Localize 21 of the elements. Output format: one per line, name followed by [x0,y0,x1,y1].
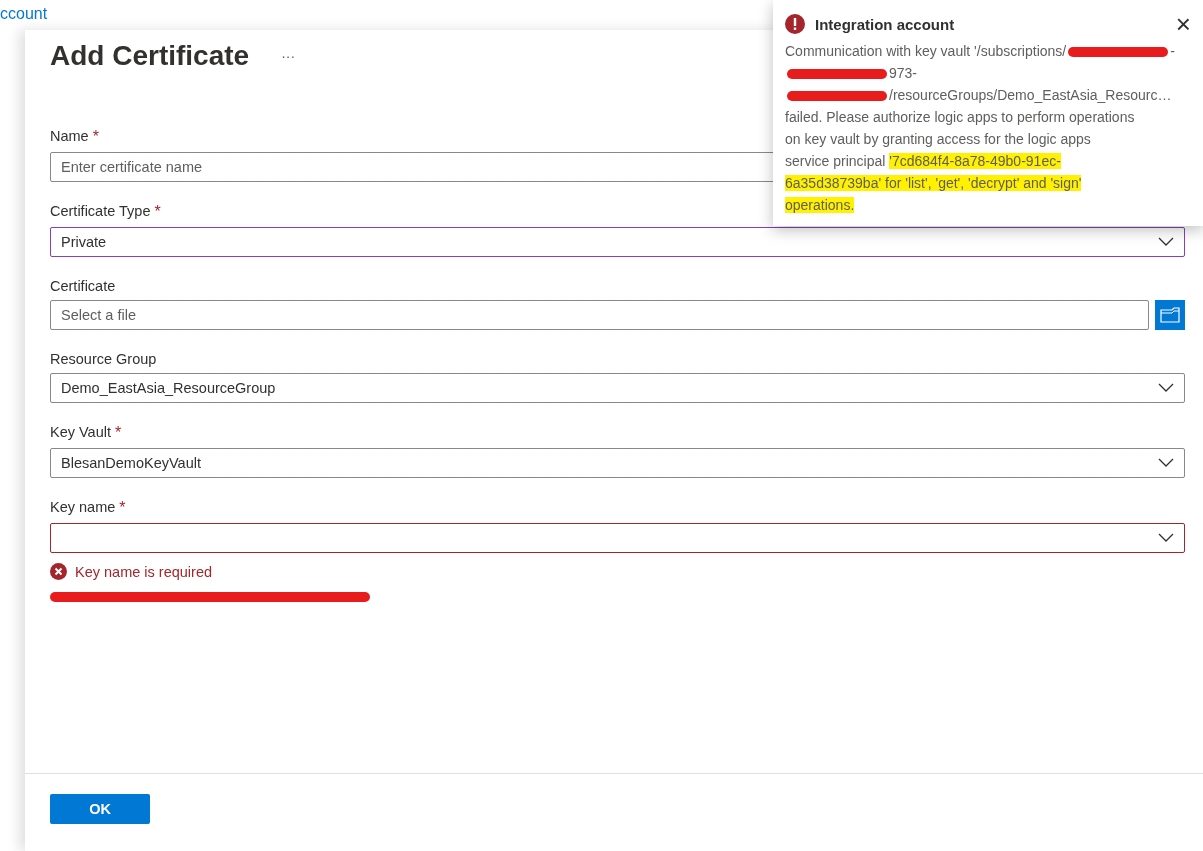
field-label: Key Vault [50,424,111,440]
field-label: Name [50,128,89,144]
more-button[interactable]: ··· [279,46,298,66]
field-label: Key name [50,499,116,515]
dropdown-field[interactable]: Demo_EastAsia_ResourceGroup [50,373,1185,403]
ok-button[interactable]: OK [50,794,150,824]
field-label: Resource Group [50,351,157,367]
required-mark: * [92,128,99,146]
field-label: Certificate [50,278,116,294]
dropdown-field[interactable]: BlesanDemoKeyVault [50,448,1185,478]
file-field[interactable]: Select a file [50,300,1149,330]
error-message: Key name is required [75,563,212,580]
notification-title: Integration account [815,15,956,33]
breadcrumb-link[interactable]: ccount [0,5,48,23]
required-mark: * [119,499,126,517]
field-label: Certificate Type [50,203,151,219]
close-button[interactable]: × [1175,14,1191,34]
blade-title: Add Certificate [50,40,250,72]
required-mark: * [154,203,161,221]
required-mark: * [115,424,122,442]
dropdown-field[interactable]: Private [50,227,1185,257]
